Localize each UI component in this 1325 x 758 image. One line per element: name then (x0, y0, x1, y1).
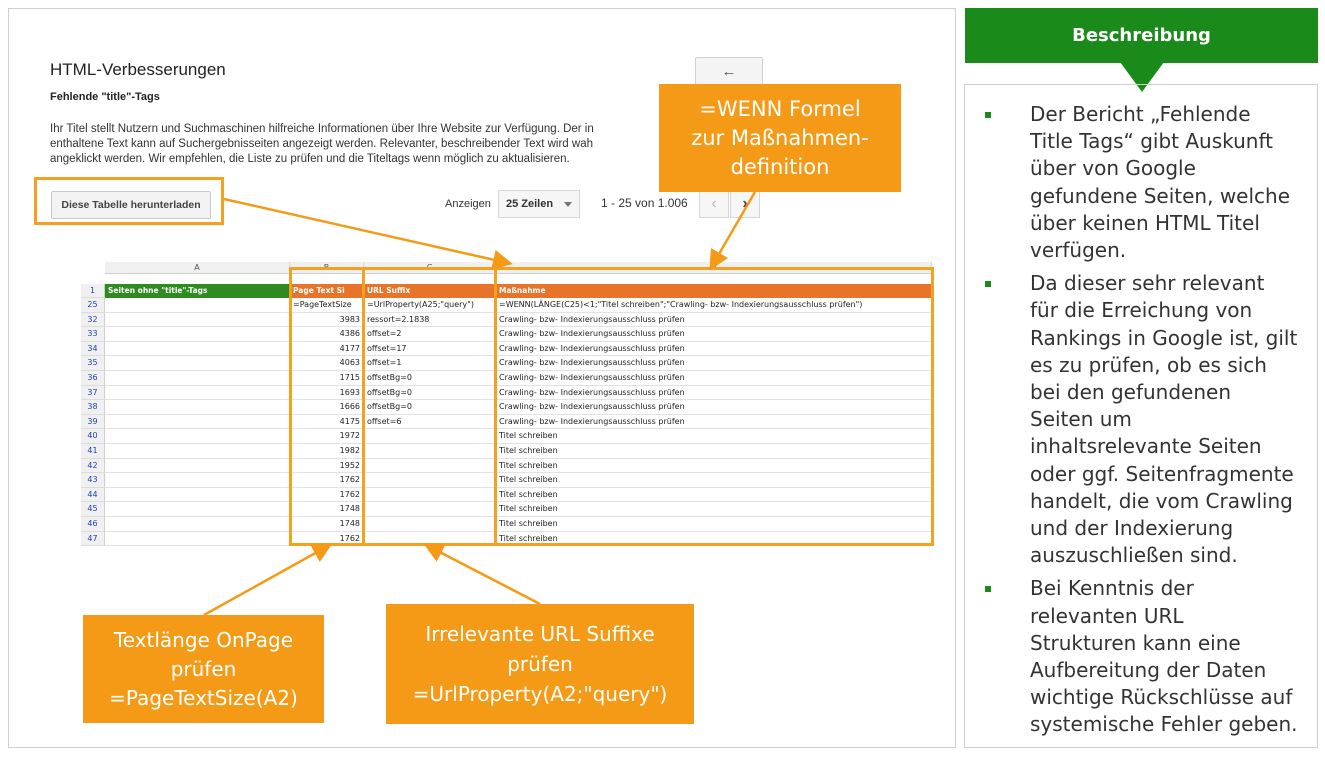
row-number: 25 (81, 298, 105, 313)
bullet-text-line: bei den gefundenen (1030, 380, 1231, 405)
bullet-text-line: Rankings in Google ist, gilt (1030, 325, 1298, 350)
row-number: 35 (81, 356, 105, 371)
bullet-text-line: oder ggf. Seitenfragmente (1030, 461, 1294, 486)
row-number: 37 (81, 385, 105, 401)
table-cell (105, 517, 290, 532)
chevron-left-icon: ‹ (711, 195, 717, 212)
description-bullet: Da dieser sehr relevant für die Erreichun… (985, 270, 1315, 569)
table-cell (105, 531, 290, 546)
row-number: 32 (81, 312, 105, 328)
bullet-text-line: verfügen. (1030, 238, 1127, 263)
description-bullet: Der Bericht „Fehlende Title Tags“ gibt Au… (985, 101, 1315, 264)
table-cell (105, 458, 290, 474)
callout-textlength: Textlänge OnPage prüfen =PageTextSize(A2… (83, 615, 324, 723)
row-number: 38 (81, 400, 105, 415)
page-title: HTML-Verbesserungen (50, 60, 226, 79)
callout-url-suffix: Irrelevante URL Suffixe prüfen =UrlPrope… (386, 604, 694, 724)
table-cell (105, 341, 290, 357)
page-subtitle: Fehlende "title"-Tags (50, 91, 160, 103)
row-number: 43 (81, 473, 105, 488)
next-page-button[interactable]: › (730, 190, 760, 218)
bullet-text-line: für die Erreichung von (1030, 298, 1253, 323)
bullet-text-line: Seiten um (1030, 407, 1132, 432)
row-number: 33 (81, 327, 105, 342)
row-number: 47 (81, 531, 105, 546)
highlight-download (34, 177, 224, 225)
bullet-text-line: Der Bericht „Fehlende (1030, 102, 1251, 126)
prev-page-button[interactable]: ‹ (699, 190, 729, 218)
description-line: Ihr Titel stellt Nutzern und Suchmaschin… (50, 123, 594, 135)
highlight-column-d (494, 267, 934, 546)
table-cell (105, 444, 290, 459)
bullet-text-line: relevanten URL (1030, 603, 1184, 628)
bullet-text-line: und der Indexierung (1030, 516, 1234, 541)
row-number: 34 (81, 341, 105, 357)
row-number: 42 (81, 458, 105, 474)
description-line: angeklickt werden. Wir empfehlen, die Li… (50, 153, 570, 165)
back-arrow-icon: ← (721, 62, 737, 80)
row-number: 41 (81, 444, 105, 459)
bullet-text-line: Title Tags“ gibt Auskunft (1030, 129, 1273, 154)
row-number: 45 (81, 502, 105, 517)
show-label: Anzeigen (445, 198, 491, 210)
table-cell (105, 414, 290, 430)
bullet-text-line: inhaltsrelevante Seiten (1030, 434, 1262, 459)
table-cell (105, 487, 290, 503)
chevron-down-icon (564, 202, 572, 207)
table-cell (105, 327, 290, 342)
chevron-right-icon: › (742, 195, 748, 212)
table-header-cell: Seiten ohne "title"-Tags (105, 284, 290, 298)
table-cell (105, 371, 290, 386)
bullet-text-line: Aufbereitung der Daten (1030, 658, 1267, 683)
description-bullet: Bei Kenntnis der relevanten URL Strukturen… (985, 575, 1315, 738)
table-cell (105, 385, 290, 401)
bullet-text-line: über keinen HTML Titel (1030, 210, 1260, 235)
page-description: Ihr Titel stellt Nutzern und Suchmaschin… (50, 122, 670, 167)
row-number: 39 (81, 414, 105, 430)
row-number: 36 (81, 371, 105, 386)
table-cell (105, 473, 290, 488)
table-cell (105, 429, 290, 444)
description-header: Beschreibung (965, 8, 1318, 63)
bullet-text-line: Bei Kenntnis der (1030, 576, 1194, 601)
callout-wenn-formula: =WENN Formel zur Maßnahmen- definition (659, 84, 901, 192)
bullet-text-line: Da dieser sehr relevant (1030, 271, 1265, 296)
bullet-text-line: gefundene Seiten, welche (1030, 183, 1291, 208)
back-button[interactable]: ← (695, 57, 763, 85)
bullet-text-line: wichtige Rückschlüsse auf (1030, 685, 1293, 710)
bullet-text-line: auszuschließen sind. (1030, 543, 1238, 568)
row-number: 40 (81, 429, 105, 444)
bullet-text-line: handelt, die vom Crawling (1030, 488, 1293, 513)
row-number: 46 (81, 517, 105, 532)
bullet-text-line: es zu prüfen, ob es sich (1030, 352, 1267, 377)
table-cell (105, 298, 290, 313)
rows-selected-value: 25 Zeilen (506, 198, 554, 210)
table-cell (105, 502, 290, 517)
description-line: enthaltene Text kann auf Suchergebnissei… (50, 138, 593, 150)
table-cell (105, 312, 290, 328)
bullet-text-line: Strukturen kann eine (1030, 630, 1241, 655)
row-number: 1 (81, 284, 105, 298)
table-cell (105, 356, 290, 371)
column-header-letter: A (105, 262, 290, 274)
bullet-text-line: über von Google (1030, 156, 1196, 181)
highlight-column-b (289, 267, 365, 546)
row-number: 44 (81, 487, 105, 503)
description-list: Der Bericht „Fehlende Title Tags“ gibt Au… (985, 101, 1315, 745)
highlight-column-c (362, 267, 497, 546)
bullet-text-line: systemische Fehler geben. (1030, 712, 1298, 737)
pagination-range: 1 - 25 von 1.006 (601, 196, 688, 210)
table-cell (105, 400, 290, 415)
rows-per-page-select[interactable]: 25 Zeilen (498, 190, 580, 218)
